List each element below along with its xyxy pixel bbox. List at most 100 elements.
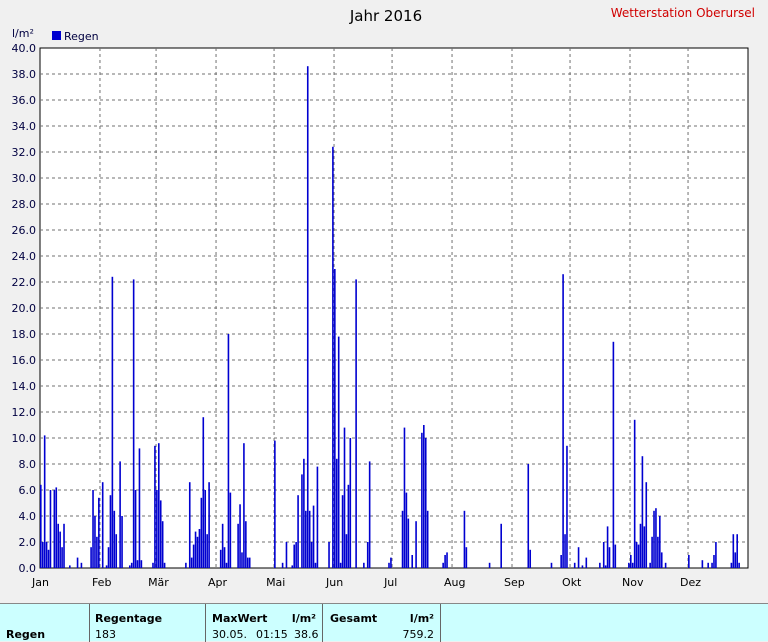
- rain-bar: [463, 510, 466, 568]
- rain-bar: [159, 500, 162, 568]
- rain-bar: [577, 547, 580, 568]
- rain-bar: [219, 549, 222, 568]
- rain-bar: [641, 456, 644, 568]
- maxwert-label: MaxWert: [212, 612, 268, 625]
- rain-bar: [345, 534, 348, 568]
- summary-table: Regen Regentage 183 MaxWert l/m² 30.05. …: [0, 603, 768, 642]
- rain-bar: [225, 562, 228, 568]
- rain-bar: [405, 492, 408, 568]
- rain-bar: [161, 521, 164, 568]
- y-tick-label: 38.0: [12, 68, 37, 81]
- rain-bar: [198, 529, 201, 568]
- rain-bar: [736, 534, 738, 568]
- rain-bar: [738, 562, 740, 568]
- rain-bar: [158, 443, 160, 568]
- rain-bar: [194, 531, 197, 568]
- rain-bar: [347, 484, 350, 568]
- y-tick-label: 18.0: [12, 328, 37, 341]
- rain-bar: [134, 490, 137, 568]
- rain-bar: [303, 458, 305, 568]
- gesamt-value: 759.2: [402, 628, 435, 641]
- rain-bar: [119, 461, 121, 568]
- rain-bar: [305, 510, 307, 568]
- rain-bar: [368, 461, 371, 568]
- rain-bar: [529, 549, 532, 568]
- rain-bar: [339, 562, 342, 568]
- y-tick-label: 26.0: [12, 224, 37, 237]
- y-tick-label: 14.0: [12, 380, 37, 393]
- rain-bar: [550, 562, 553, 568]
- rain-bar: [96, 536, 98, 568]
- rain-bar: [314, 562, 317, 568]
- rain-bar: [202, 417, 205, 568]
- rain-bar: [57, 523, 60, 568]
- rain-bar: [585, 557, 588, 568]
- rain-bar: [130, 562, 133, 568]
- rain-bar: [188, 482, 191, 568]
- rain-bar: [241, 552, 243, 568]
- rain-bar: [415, 521, 417, 568]
- rain-bar: [248, 557, 251, 568]
- rain-bar: [61, 547, 63, 568]
- rain-bar: [101, 482, 104, 568]
- y-tick-label: 16.0: [12, 354, 37, 367]
- rain-bar: [136, 560, 139, 568]
- rain-bar: [343, 427, 346, 568]
- rain-bar: [47, 549, 50, 568]
- rain-bar: [92, 490, 94, 568]
- rain-bar: [602, 542, 605, 568]
- legend-label: Regen: [64, 30, 99, 43]
- rain-bar: [341, 495, 344, 568]
- rain-bar: [488, 562, 491, 568]
- x-tick-label: Jun: [325, 576, 343, 589]
- rain-bar: [245, 521, 247, 568]
- rain-bar: [53, 490, 56, 568]
- y-tick-label: 34.0: [12, 120, 37, 133]
- summary-row-label-cell: Regen: [0, 604, 90, 642]
- rain-bar: [192, 544, 195, 568]
- y-tick-label: 0.0: [19, 562, 37, 575]
- y-tick-label: 6.0: [19, 484, 37, 497]
- y-tick-label: 10.0: [12, 432, 37, 445]
- rain-bar: [206, 534, 208, 568]
- rain-bar: [140, 560, 143, 568]
- rain-bar: [41, 542, 44, 568]
- x-tick-label: Okt: [562, 576, 582, 589]
- rain-bar: [138, 448, 141, 568]
- rain-bar: [128, 565, 131, 568]
- station-name: Wetterstation Oberursel: [611, 6, 755, 20]
- rain-bar: [581, 565, 584, 568]
- rain-bar: [98, 497, 100, 568]
- rain-bar: [208, 482, 210, 568]
- rain-bar: [444, 555, 446, 568]
- rain-bar: [229, 492, 232, 568]
- x-tick-label: Sep: [504, 576, 525, 589]
- regentage-value: 183: [95, 628, 116, 641]
- rain-bar: [246, 557, 249, 568]
- rain-bar: [664, 562, 667, 568]
- rain-bar: [562, 274, 564, 568]
- y-tick-label: 4.0: [19, 510, 37, 523]
- rain-bar: [90, 547, 92, 568]
- maxwert-time: 01:15: [256, 628, 288, 641]
- rain-bar: [76, 557, 79, 568]
- x-tick-label: Jul: [383, 576, 397, 589]
- rain-bar: [366, 542, 369, 568]
- rain-bar: [446, 552, 448, 568]
- rain-bar: [608, 547, 611, 568]
- maxwert-cell: MaxWert l/m² 30.05. 01:15 38.6: [206, 604, 323, 642]
- rain-bar: [308, 510, 311, 568]
- regentage-label: Regentage: [95, 612, 163, 625]
- rain-bar: [407, 518, 410, 568]
- rain-bar: [328, 542, 330, 568]
- rain-bar: [612, 341, 615, 568]
- rain-bar: [604, 565, 607, 568]
- rain-bar: [660, 552, 663, 568]
- rain-bar: [335, 458, 338, 568]
- rain-bar: [223, 547, 226, 568]
- rain-bar: [295, 542, 297, 568]
- rain-bar: [293, 544, 296, 568]
- rain-bar: [599, 562, 601, 568]
- x-tick-label: Dez: [680, 576, 701, 589]
- rain-bar: [332, 146, 334, 569]
